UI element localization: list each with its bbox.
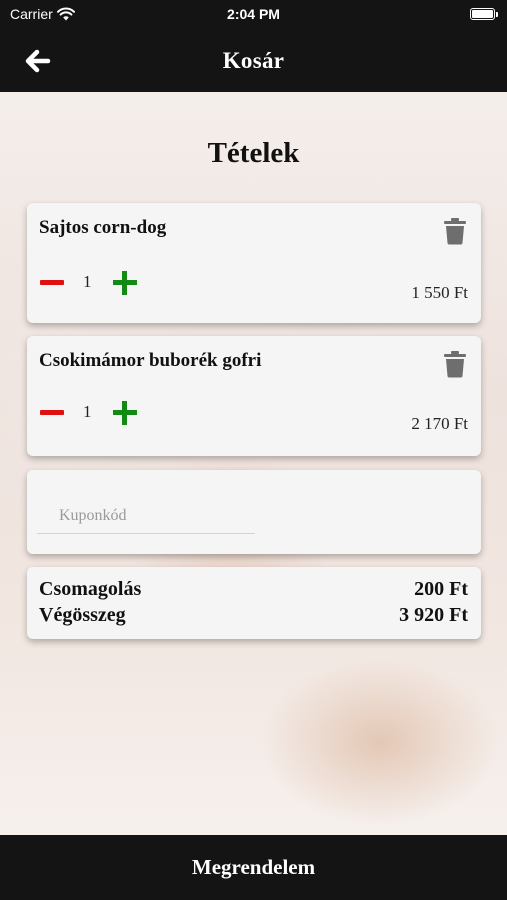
status-time: 2:04 PM xyxy=(227,6,280,22)
page-title: Kosár xyxy=(222,48,285,73)
total-label: Végösszeg xyxy=(39,604,126,626)
battery-icon xyxy=(470,8,498,20)
trash-icon[interactable] xyxy=(443,350,467,378)
total-row: Végösszeg 3 920 Ft xyxy=(39,604,468,627)
coupon-code-input[interactable] xyxy=(37,498,255,534)
packaging-label: Csomagolás xyxy=(39,578,142,600)
coupon-card xyxy=(27,470,481,554)
increase-quantity-button[interactable] xyxy=(111,269,139,297)
cart-item: Sajtos corn-dog 1 1 550 Ft xyxy=(27,203,481,323)
section-title: Tételek xyxy=(207,137,300,169)
item-quantity: 1 xyxy=(83,272,92,291)
order-button[interactable]: Megrendelem xyxy=(0,835,507,900)
item-name: Csokimámor buborék gofri xyxy=(39,350,262,371)
packaging-value: 200 Ft xyxy=(414,578,468,600)
total-value: 3 920 Ft xyxy=(399,604,468,626)
increase-quantity-button[interactable] xyxy=(111,399,139,427)
nav-bar: Kosár xyxy=(0,30,507,92)
decrease-quantity-button[interactable] xyxy=(39,402,65,424)
item-price: 2 170 Ft xyxy=(411,414,468,433)
item-price: 1 550 Ft xyxy=(411,283,468,302)
summary-card: Csomagolás 200 Ft Végösszeg 3 920 Ft xyxy=(27,567,481,639)
order-button-label: Megrendelem xyxy=(191,855,316,879)
cart-item: Csokimámor buborék gofri 1 2 170 Ft xyxy=(27,336,481,456)
status-bar: Carrier 2:04 PM xyxy=(0,0,507,30)
item-name: Sajtos corn-dog xyxy=(39,217,167,238)
decrease-quantity-button[interactable] xyxy=(39,272,65,294)
packaging-row: Csomagolás 200 Ft xyxy=(39,578,468,601)
item-quantity: 1 xyxy=(83,402,92,421)
trash-icon[interactable] xyxy=(443,217,467,245)
